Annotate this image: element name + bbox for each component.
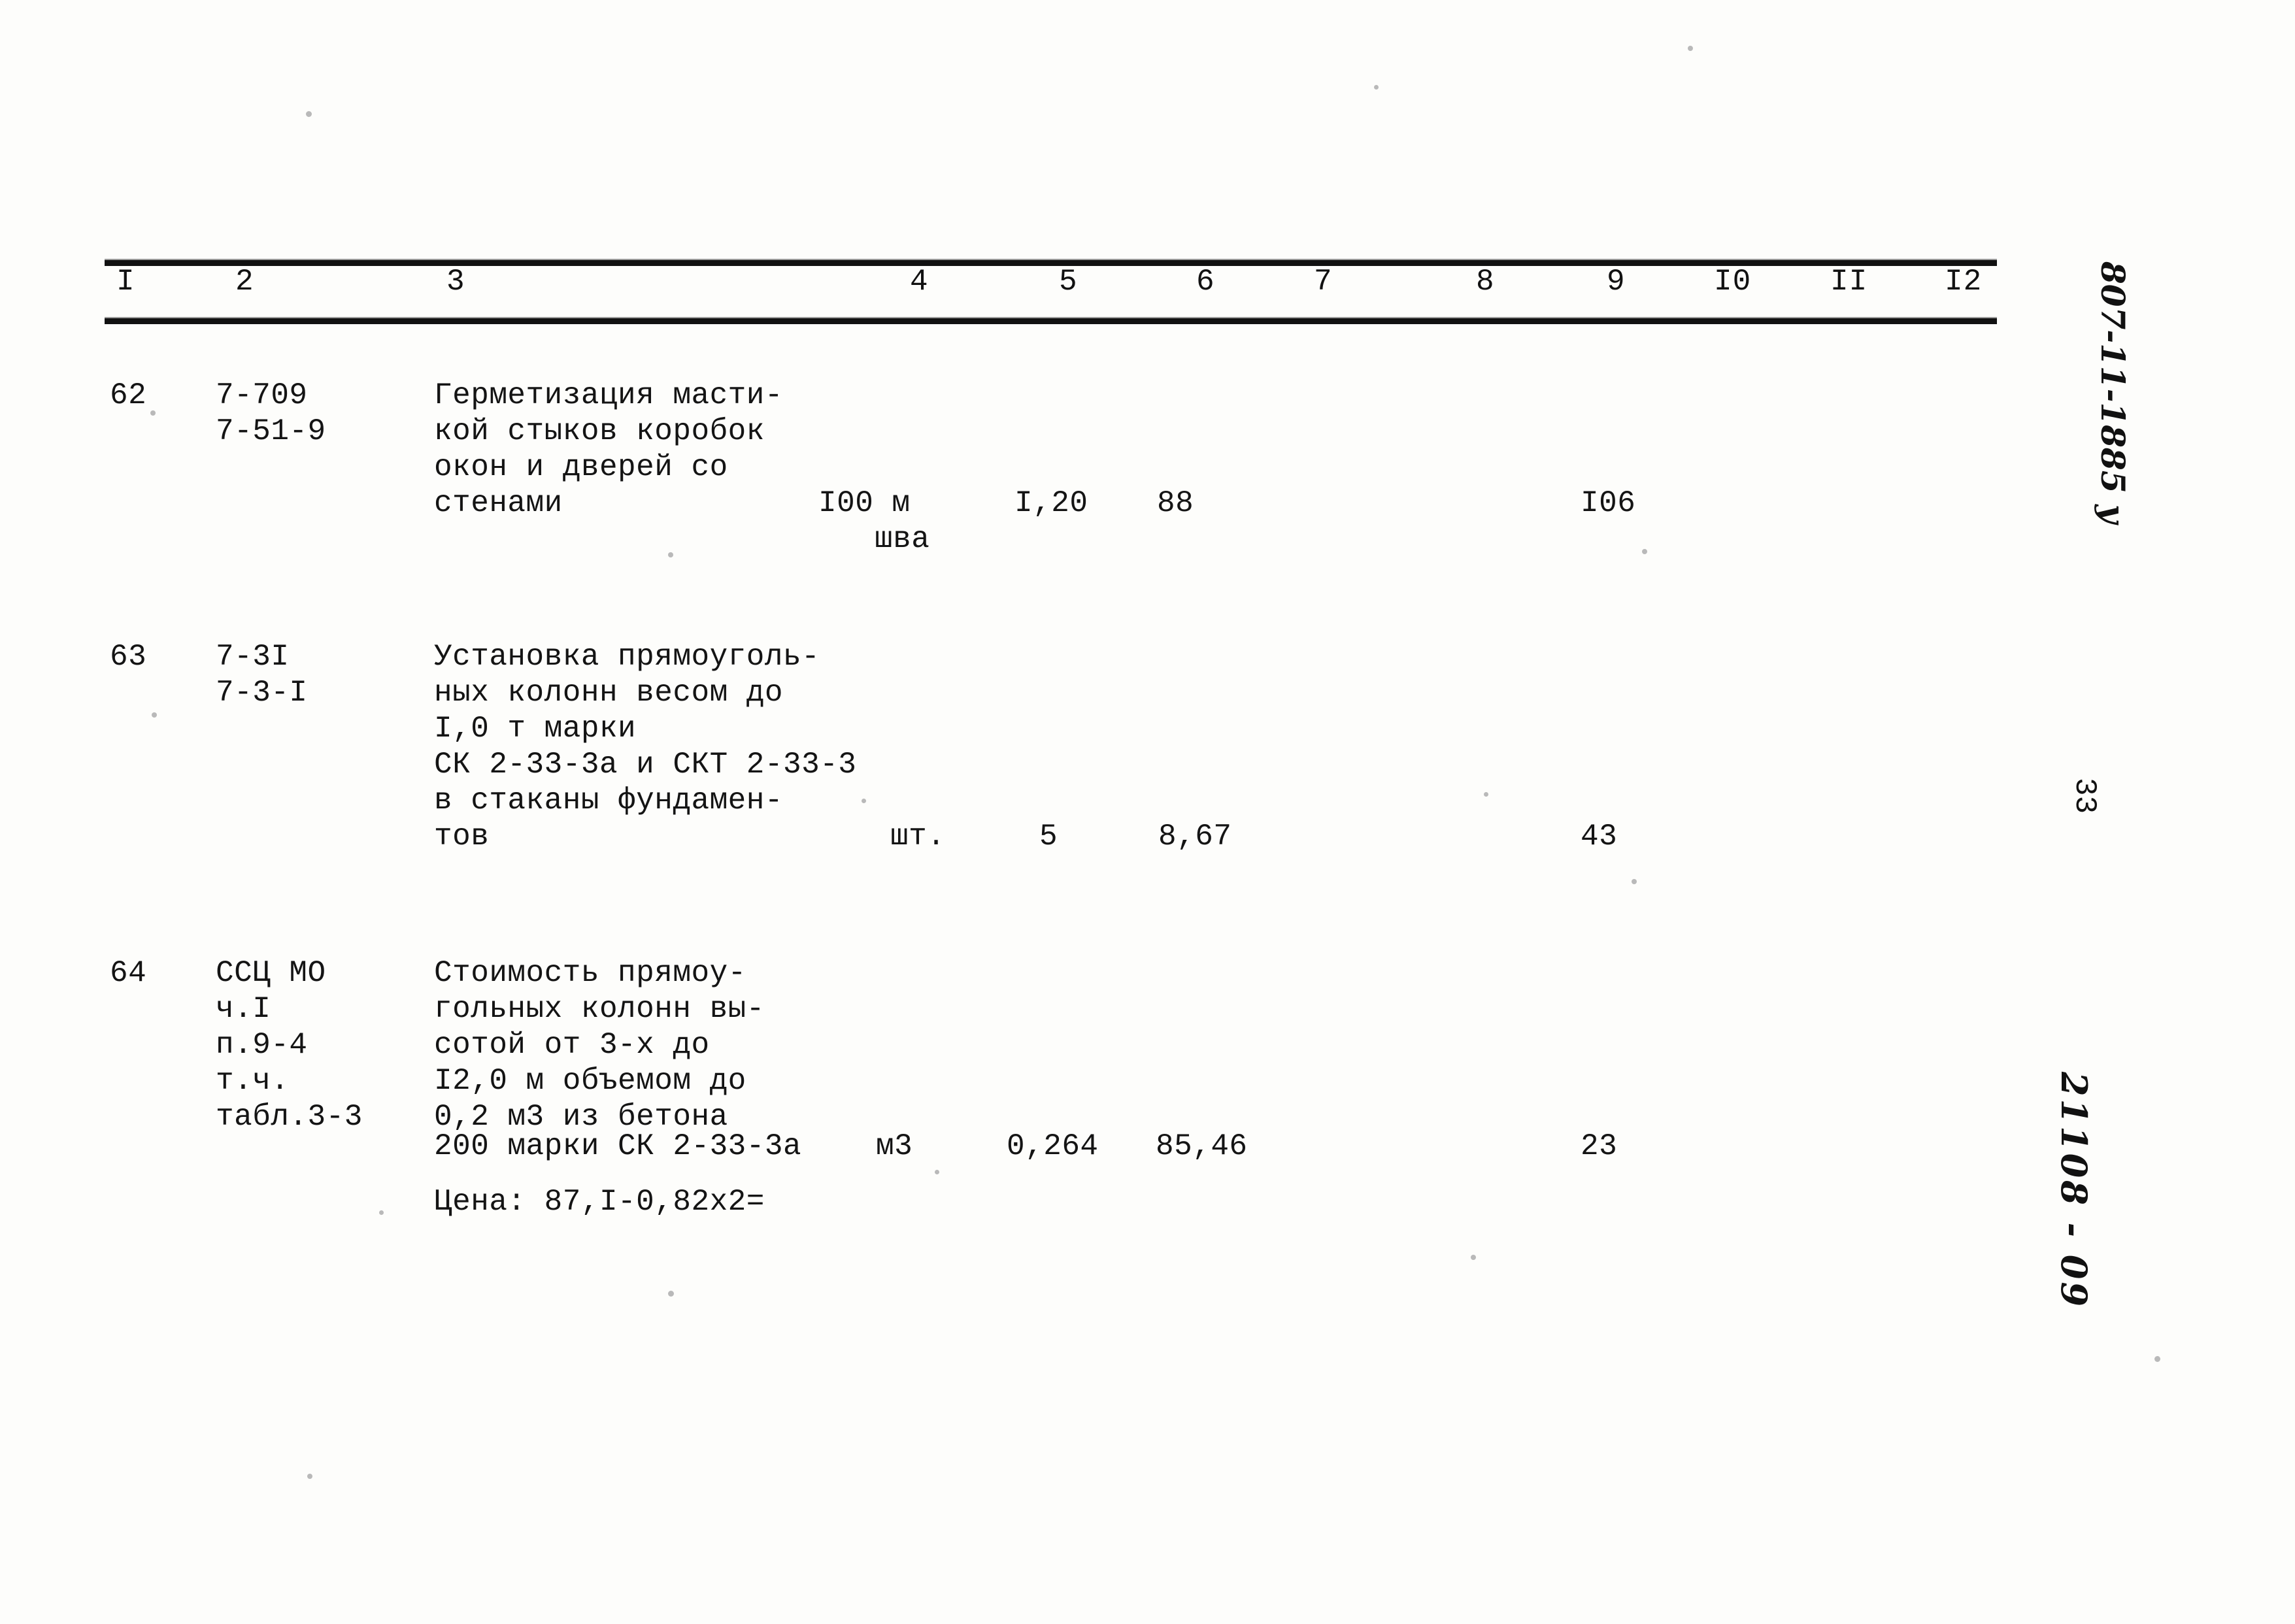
column-header-4: 4: [910, 265, 929, 299]
row-code-line: табл.3-3: [216, 1100, 363, 1134]
row-col6-value: 8,67: [1158, 820, 1232, 853]
row-description-line: в стаканы фундамен-: [434, 784, 783, 818]
row-description-line: I2,0 м объемом до: [434, 1064, 746, 1098]
row-col5-value: I,20: [1014, 486, 1088, 520]
scan-speckle: [379, 1210, 384, 1215]
scan-speckle: [1642, 549, 1647, 554]
row-price-note: Цена: 87,I-0,82х2=: [434, 1185, 765, 1219]
scan-speckle: [307, 1474, 312, 1479]
row-description-line: окон и дверей со: [434, 450, 728, 484]
scan-speckle: [668, 1291, 674, 1297]
row-description-line: тов: [434, 820, 490, 853]
row-description-line: Герметизация масти-: [434, 378, 783, 412]
row-number: 64: [110, 956, 147, 990]
table-bottom-rule: [105, 317, 1997, 324]
column-header-1: I: [116, 265, 135, 299]
scan-speckle: [1632, 879, 1637, 884]
row-number: 62: [110, 378, 147, 412]
row-col9-value: 43: [1581, 820, 1618, 853]
row-description-line: I,0 т марки: [434, 712, 637, 746]
scan-speckle: [306, 111, 312, 117]
scan-speckle: [2154, 1356, 2160, 1362]
row-unit-line: шва: [875, 522, 930, 556]
row-description-line: стенами: [434, 486, 563, 520]
row-code-line: 7-709: [216, 378, 308, 412]
row-code-line: 7-3-I: [216, 676, 308, 710]
scanned-document-page: I 2 3 4 5 6 7 8 9 I0 II I2 62 7-709 7-51…: [0, 0, 2295, 1624]
row-code-line: п.9-4: [216, 1028, 308, 1062]
column-header-7: 7: [1314, 265, 1333, 299]
row-unit-line: I00 м: [818, 486, 911, 520]
row-col5-value: 0,264: [1007, 1129, 1099, 1163]
row-description-line: 200 марки СК 2-33-3а: [434, 1129, 802, 1163]
column-header-5: 5: [1059, 265, 1078, 299]
archive-code-top-annotation: 807-11-1885 у: [2094, 261, 2132, 524]
row-description-line: гольных колонн вы-: [434, 992, 765, 1026]
row-unit-line: м3: [876, 1129, 913, 1163]
page-number: 33: [2068, 778, 2102, 814]
row-description-line: Стоимость прямоу-: [434, 956, 746, 990]
table-top-rule: [105, 259, 1997, 266]
scan-speckle: [1688, 46, 1693, 51]
row-code-line: 7-51-9: [216, 414, 326, 448]
scan-speckle: [150, 410, 156, 416]
scan-speckle: [1374, 85, 1379, 90]
archive-code-bottom-annotation: 21108 - 09: [2053, 1072, 2095, 1310]
scan-speckle: [152, 712, 157, 718]
row-col6-value: 88: [1157, 486, 1194, 520]
row-code-line: 7-3I: [216, 640, 290, 674]
scan-speckle: [1471, 1255, 1476, 1260]
scan-speckle: [935, 1170, 939, 1174]
row-number: 63: [110, 640, 147, 674]
row-description-line: СК 2-33-3а и СКТ 2-33-3: [434, 748, 857, 782]
column-header-12: I2: [1945, 265, 1983, 299]
row-col5-value: 5: [1039, 820, 1058, 853]
row-code-line: т.ч.: [216, 1064, 290, 1098]
column-header-9: 9: [1607, 265, 1626, 299]
row-unit-line: шт.: [890, 820, 946, 853]
row-description-line: кой стыков коробок: [434, 414, 765, 448]
row-col9-value: 23: [1581, 1129, 1618, 1163]
row-description-line: Установка прямоуголь-: [434, 640, 820, 674]
scan-speckle: [668, 552, 673, 557]
column-header-6: 6: [1196, 265, 1215, 299]
column-header-2: 2: [235, 265, 254, 299]
row-col6-value: 85,46: [1156, 1129, 1248, 1163]
column-header-3: 3: [446, 265, 465, 299]
row-code-line: ч.I: [216, 992, 271, 1026]
scan-speckle: [862, 799, 866, 803]
row-description-line: сотой от 3-х до: [434, 1028, 710, 1062]
row-code-line: ССЦ МО: [216, 956, 326, 990]
row-col9-value: I06: [1581, 486, 1636, 520]
column-header-11: II: [1830, 265, 1868, 299]
column-header-8: 8: [1476, 265, 1495, 299]
row-description-line: ных колонн весом до: [434, 676, 783, 710]
scan-speckle: [1484, 792, 1488, 797]
column-header-10: I0: [1714, 265, 1752, 299]
